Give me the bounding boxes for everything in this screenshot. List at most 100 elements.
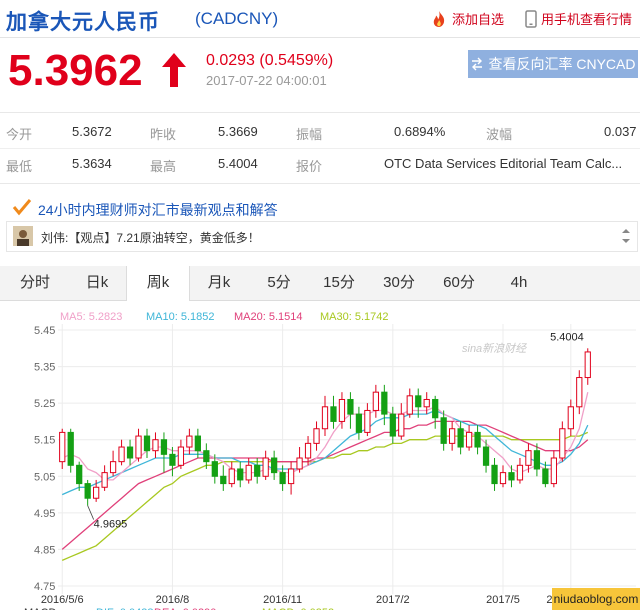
add-favorite-label: 添加自选 <box>452 12 505 27</box>
tips-header[interactable]: 24小时内理财师对汇市最新观点和解答 <box>0 194 640 220</box>
candle-up <box>584 351 591 379</box>
amplitude-label: 振幅 <box>296 127 323 142</box>
kline-chart[interactable]: 5.45 5.35 5.25 5.15 5.05 4.95 4.85 4.75 2016/5/6… <box>0 300 640 615</box>
candle-down <box>203 450 210 463</box>
candle-down <box>169 453 176 466</box>
low-value: 5.3634 <box>72 156 112 171</box>
pair-code: (CADCNY) <box>195 9 279 28</box>
candle-down <box>126 446 134 459</box>
tab-5min[interactable]: 5分 <box>248 266 310 300</box>
tab-60min[interactable]: 60分 <box>428 266 490 300</box>
avatar <box>13 226 33 246</box>
tab-15min[interactable]: 15分 <box>308 266 370 300</box>
scroll-arrows-icon[interactable] <box>621 226 631 246</box>
header: 加拿大元人民币 (CADCNY) 添加自选 用手机查看行情 <box>0 0 640 38</box>
candle-down <box>381 391 388 415</box>
candle-up <box>550 457 557 485</box>
candle-down <box>160 439 168 455</box>
min-price-label: 4.9695 <box>94 519 128 531</box>
candle-up <box>364 409 371 433</box>
candle-up <box>499 472 507 485</box>
quote-by-label: 报价 <box>296 159 323 174</box>
y-tick-label: 4.95 <box>34 508 55 520</box>
flame-icon <box>433 10 445 27</box>
legend-ma10: MA10: 5.1852 <box>146 311 215 323</box>
legend-ma30: MA30: 5.1742 <box>320 311 389 323</box>
candle-up <box>406 395 413 415</box>
tab-monthly[interactable]: 月k <box>188 266 250 300</box>
tab-4h[interactable]: 4h <box>488 266 550 300</box>
x-tick-label: 2016/8 <box>156 594 190 606</box>
candle-up <box>118 446 125 463</box>
current-price: 5.3962 <box>8 46 143 95</box>
candle-up <box>313 428 320 444</box>
tips-title: 24小时内理财师对汇市最新观点和解答 <box>38 202 278 218</box>
candle-up <box>304 442 312 459</box>
prev-close-label: 昨收 <box>150 127 177 142</box>
candle-up <box>567 406 574 430</box>
quote-time: 2017-07-22 04:00:01 <box>206 73 327 88</box>
volatility-value: 0.037 <box>604 124 637 139</box>
y-tick-label: 4.85 <box>34 544 55 556</box>
candle-up <box>465 431 473 448</box>
tip-item[interactable]: 刘伟:【观点】7.21原油转空，黄金低多！ <box>41 229 260 246</box>
candle-up <box>245 464 252 481</box>
reverse-rate-button[interactable]: 查看反向汇率 CNYCAD <box>468 50 638 78</box>
candle-down <box>143 435 151 452</box>
candle-up <box>398 413 405 437</box>
pair-title: 加拿大元人民币 <box>6 11 160 34</box>
candle-up <box>372 391 379 411</box>
candle-down <box>271 457 278 474</box>
open-value: 5.3672 <box>72 124 112 139</box>
candle-down <box>508 472 515 481</box>
legend-ma20: MA20: 5.1514 <box>234 311 303 323</box>
candle-up <box>525 450 532 466</box>
candle-down <box>211 461 218 477</box>
tab-30min[interactable]: 30分 <box>368 266 430 300</box>
candle-down <box>432 398 439 419</box>
period-tabs: 分时 日k 周k 月k 5分 15分 30分 60分 4h <box>0 266 640 301</box>
candle-up <box>449 428 456 444</box>
candle-down <box>76 464 83 485</box>
candle-down <box>254 464 261 477</box>
tab-daily[interactable]: 日k <box>66 266 128 300</box>
stats-table: 今开 5.3672 昨收 5.3669 振幅 0.6894% 波幅 0.037 … <box>0 112 640 184</box>
y-tick-label: 5.45 <box>34 325 55 337</box>
max-price-label: 5.4004 <box>550 331 584 343</box>
watermark: niudaoblog.com <box>552 588 640 610</box>
swap-icon <box>472 57 483 71</box>
candle-up <box>262 457 269 477</box>
tab-timeshare[interactable]: 分时 <box>4 266 66 300</box>
checkmark-icon <box>12 199 32 216</box>
volatility-label: 波幅 <box>486 127 513 142</box>
y-tick-label: 5.05 <box>34 471 55 483</box>
candle-up <box>287 468 295 485</box>
mobile-view-label: 用手机查看行情 <box>541 12 633 27</box>
candle-up <box>101 472 108 488</box>
candle-up <box>186 435 193 448</box>
header-divider <box>0 37 640 38</box>
price-change: 0.0293 (0.5459%) <box>206 52 334 69</box>
high-label: 最高 <box>150 159 177 174</box>
candle-down <box>347 398 354 415</box>
kline-svg: 5.45 5.35 5.25 5.15 5.05 4.95 4.85 4.752016/5/6… <box>24 311 636 615</box>
candle-down <box>220 475 227 485</box>
candle-up <box>93 486 100 499</box>
candle-up <box>516 464 524 481</box>
candle-down <box>279 472 286 485</box>
low-label: 最低 <box>6 159 33 174</box>
candle-down <box>84 483 91 499</box>
candle-up <box>135 435 142 459</box>
candle-down <box>533 450 541 470</box>
add-favorite-button[interactable]: 添加自选 <box>430 9 504 28</box>
up-arrow-icon <box>162 53 186 87</box>
y-tick-label: 4.75 <box>34 581 55 593</box>
x-tick-label: 2016/5/6 <box>41 594 84 606</box>
reverse-rate-label: 查看反向汇率 CNYCAD <box>488 56 636 72</box>
sina-finance-logo: sina新浪财经 <box>462 342 527 355</box>
legend-ma5: MA5: 5.2823 <box>60 311 122 323</box>
mobile-view-button[interactable]: 用手机查看行情 <box>525 9 632 28</box>
tab-weekly[interactable]: 周k <box>126 266 190 301</box>
candle-down <box>67 431 74 466</box>
candle-down <box>415 395 422 408</box>
